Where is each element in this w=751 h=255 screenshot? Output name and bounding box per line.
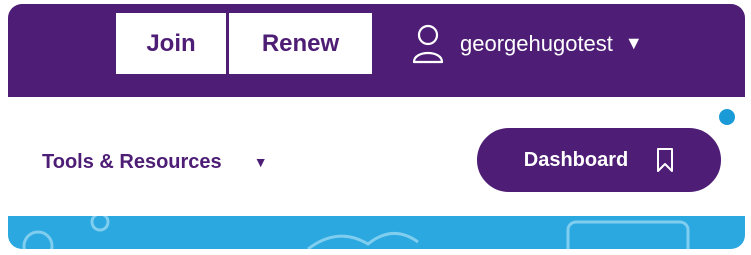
site-header: Join Renew georgehugotest ▼ Tools & Reso… — [8, 4, 745, 249]
user-menu[interactable]: georgehugotest ▼ — [412, 13, 643, 74]
username: georgehugotest — [460, 30, 613, 56]
hero-banner — [8, 216, 745, 249]
dashboard-label: Dashboard — [523, 148, 629, 171]
bookmark-icon — [657, 148, 674, 172]
join-button[interactable]: Join — [116, 13, 226, 74]
user-icon — [412, 24, 444, 63]
banner-pattern — [22, 216, 690, 249]
tools-resources-menu[interactable]: Tools & Resources ▼ — [42, 147, 268, 177]
caret-down-icon: ▼ — [253, 154, 268, 170]
caret-down-icon: ▼ — [624, 33, 643, 53]
nav-bar: Tools & Resources ▼ Dashboard — [8, 97, 745, 216]
renew-button[interactable]: Renew — [229, 13, 372, 74]
tools-resources-label: Tools & Resources — [42, 150, 222, 173]
top-bar: Join Renew georgehugotest ▼ — [8, 4, 745, 97]
indicator-dot — [719, 109, 735, 125]
dashboard-button[interactable]: Dashboard — [475, 126, 723, 194]
